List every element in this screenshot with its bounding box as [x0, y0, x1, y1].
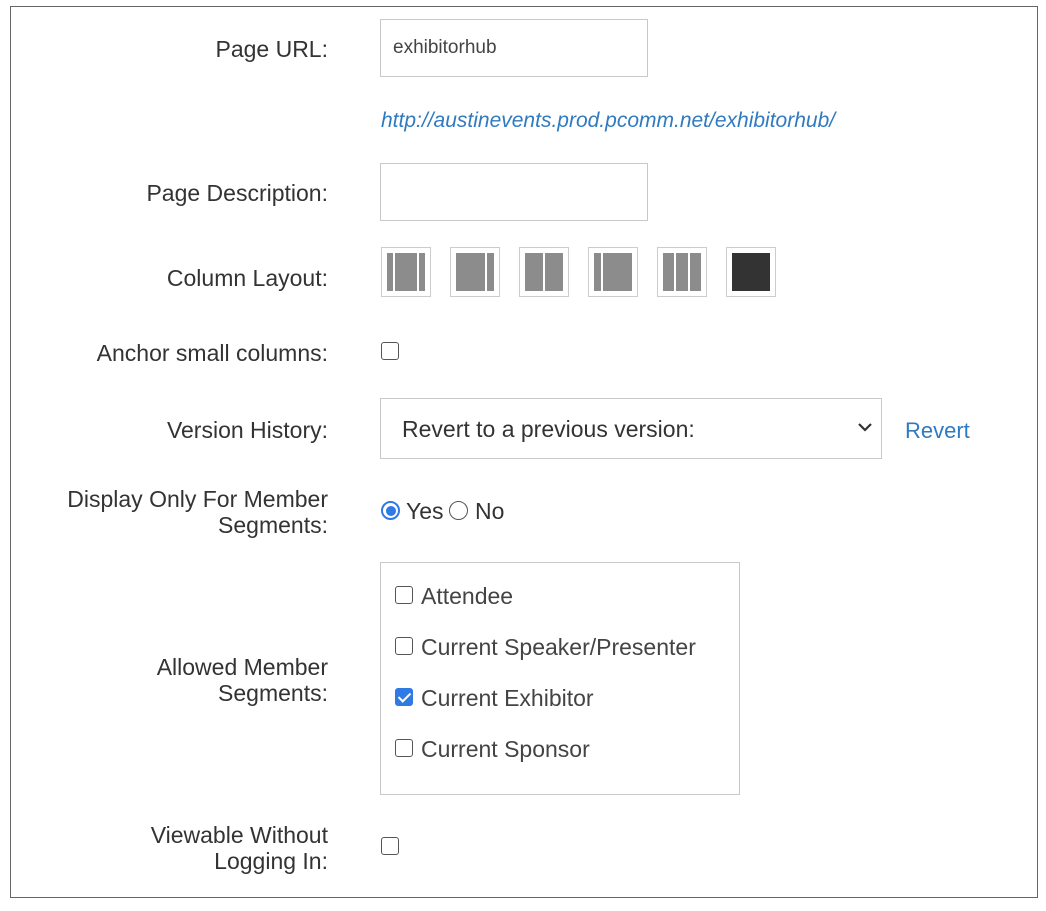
allowed-segments-label-line1: Allowed Member: [156, 654, 328, 680]
layout-three-column-equal-button[interactable]: [657, 247, 707, 297]
segment-speaker-checkbox[interactable]: [395, 637, 413, 655]
display-only-segments-label-line2: Segments:: [218, 512, 328, 538]
version-history-label: Version History:: [166, 417, 328, 443]
segment-attendee-label[interactable]: Attendee: [421, 583, 513, 610]
display-only-yes-radio[interactable]: [381, 501, 400, 520]
page-url-input[interactable]: [380, 19, 648, 77]
segment-speaker-label[interactable]: Current Speaker/Presenter: [421, 634, 696, 661]
segment-exhibitor-checkbox[interactable]: [395, 688, 413, 706]
viewable-without-login-label-line1: Viewable Without: [150, 822, 328, 848]
display-only-no-label[interactable]: No: [475, 498, 504, 525]
display-only-no-radio[interactable]: [449, 501, 468, 520]
layout-two-column-wide-right-button[interactable]: [588, 247, 638, 297]
page-description-label: Page Description:: [146, 180, 328, 206]
display-only-segments-label-line1: Display Only For Member: [67, 486, 328, 512]
page-url-label: Page URL:: [215, 36, 328, 62]
three-column-narrow-sides-icon: [387, 253, 425, 291]
viewable-without-login-label-line2: Logging In:: [214, 848, 328, 874]
single-column-icon: [732, 253, 770, 291]
page-full-url-link[interactable]: http://austinevents.prod.pcomm.net/exhib…: [381, 109, 835, 133]
chevron-down-icon: [858, 423, 872, 432]
segment-sponsor-label[interactable]: Current Sponsor: [421, 736, 590, 763]
layout-two-column-equal-button[interactable]: [519, 247, 569, 297]
three-column-equal-icon: [663, 253, 701, 291]
layout-three-column-narrow-sides-button[interactable]: [381, 247, 431, 297]
two-column-equal-icon: [525, 253, 563, 291]
layout-two-column-wide-left-button[interactable]: [450, 247, 500, 297]
column-layout-label: Column Layout:: [166, 265, 328, 291]
allowed-segments-label-line2: Segments:: [218, 680, 328, 706]
two-column-wide-left-icon: [456, 253, 494, 291]
page-description-input[interactable]: [380, 163, 648, 221]
segment-exhibitor-label[interactable]: Current Exhibitor: [421, 685, 594, 712]
two-column-wide-right-icon: [594, 253, 632, 291]
segment-sponsor-checkbox[interactable]: [395, 739, 413, 757]
revert-link[interactable]: Revert: [905, 418, 970, 444]
viewable-without-login-checkbox[interactable]: [381, 837, 399, 855]
segment-attendee-checkbox[interactable]: [395, 586, 413, 604]
version-history-selected-value: Revert to a previous version:: [402, 416, 695, 442]
anchor-small-columns-label: Anchor small columns:: [96, 340, 328, 366]
version-history-select[interactable]: Revert to a previous version:: [380, 398, 882, 459]
anchor-small-columns-checkbox[interactable]: [381, 342, 399, 360]
layout-single-column-button[interactable]: [726, 247, 776, 297]
display-only-yes-label[interactable]: Yes: [406, 498, 444, 525]
